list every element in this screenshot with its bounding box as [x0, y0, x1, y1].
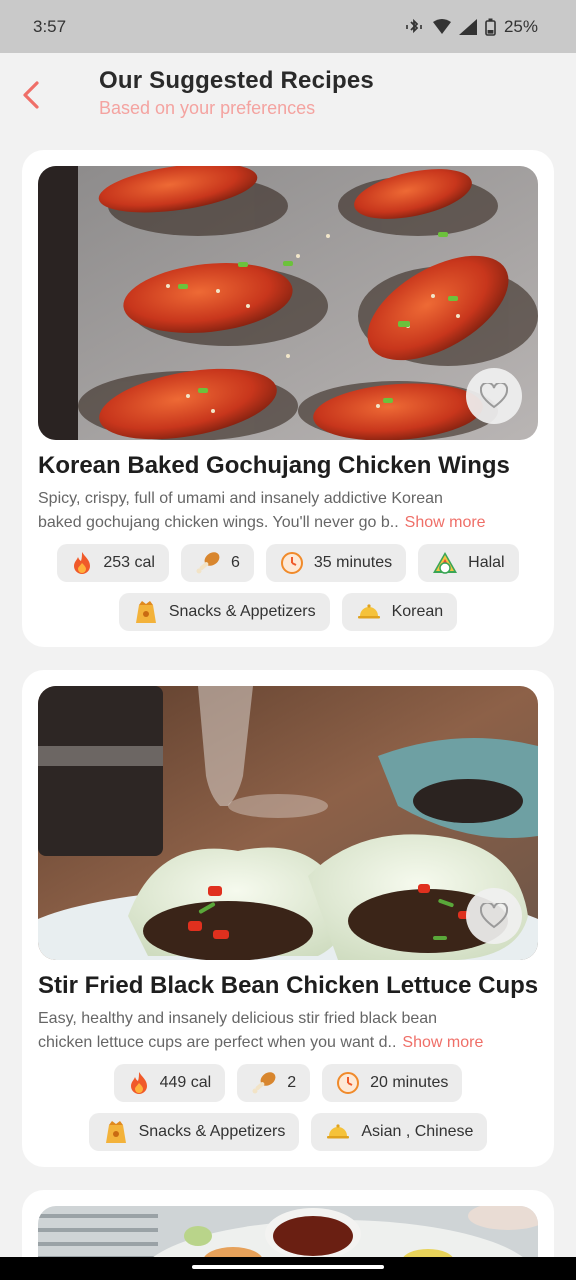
dish-cover-icon — [356, 602, 382, 622]
drumstick-icon — [195, 551, 221, 575]
heart-outline-icon — [480, 383, 508, 409]
battery-percent: 25% — [503, 16, 538, 36]
show-more-link[interactable]: Show more — [402, 1034, 483, 1051]
recipe-title[interactable]: Stir Fried Black Bean Chicken Lettuce Cu… — [38, 972, 548, 1000]
category-label: Snacks & Appetizers — [168, 603, 316, 620]
recipe-description: Spicy, crispy, full of umami and insanel… — [38, 487, 538, 535]
time-chip: 20 minutes — [322, 1064, 463, 1102]
signal-icon — [458, 18, 477, 35]
time-label: 35 minutes — [313, 554, 393, 571]
home-gesture-handle[interactable] — [192, 1265, 384, 1269]
calories-label: 449 cal — [159, 1074, 212, 1091]
time-chip: 35 minutes — [265, 544, 407, 582]
page-subtitle: Based on your preferences — [99, 98, 316, 118]
flame-icon — [71, 551, 93, 575]
status-time: 3:57 — [33, 16, 67, 36]
chevron-left-icon — [21, 80, 41, 115]
ingredients-chip: 6 — [180, 544, 254, 582]
cuisine-label: Korean — [391, 603, 444, 620]
category-chip: Snacks & Appetizers — [118, 593, 330, 631]
description-text: chicken lettuce cups are perfect when yo… — [38, 1034, 397, 1051]
dish-cover-icon — [325, 1122, 351, 1142]
ingredients-chip: 2 — [237, 1064, 311, 1102]
recipe-image[interactable] — [38, 686, 538, 960]
drumstick-icon — [251, 1071, 277, 1095]
ingredients-count: 2 — [287, 1074, 297, 1091]
category-chip: Snacks & Appetizers — [88, 1113, 300, 1151]
recipe-card[interactable]: Korean Baked Gochujang Chicken Wings Spi… — [22, 150, 554, 647]
snack-bag-icon — [103, 1119, 129, 1145]
app-header: Our Suggested Recipes Based on your pref… — [0, 53, 576, 143]
recipe-description: Easy, healthy and insanely delicious sti… — [38, 1007, 538, 1055]
description-line: Easy, healthy and insanely delicious sti… — [38, 1010, 438, 1027]
snack-bag-icon — [133, 599, 159, 625]
cuisine-chip: Asian , Chinese — [311, 1113, 488, 1151]
favorite-button[interactable] — [466, 368, 522, 424]
description-line: chicken lettuce cups are perfect when yo… — [38, 1031, 538, 1055]
description-text: baked gochujang chicken wings. You'll ne… — [38, 514, 399, 531]
timer-icon — [280, 551, 304, 575]
calories-chip: 449 cal — [113, 1064, 226, 1102]
diet-label: Halal — [468, 554, 505, 571]
recipe-image[interactable] — [38, 166, 538, 440]
calories-chip: 253 cal — [57, 544, 169, 582]
cuisine-chip: Korean — [341, 593, 458, 631]
system-nav-bar — [0, 1257, 576, 1280]
timer-icon — [336, 1071, 360, 1095]
cuisine-label: Asian , Chinese — [361, 1123, 474, 1140]
status-bar: 3:57 25% — [0, 0, 576, 53]
show-more-link[interactable]: Show more — [405, 514, 486, 531]
time-label: 20 minutes — [370, 1074, 449, 1091]
flame-icon — [128, 1071, 150, 1095]
heart-outline-icon — [480, 903, 508, 929]
recipe-title[interactable]: Korean Baked Gochujang Chicken Wings — [38, 452, 548, 480]
recipe-tags-row: Snacks & Appetizers Korean — [22, 593, 554, 631]
page-title: Our Suggested Recipes — [99, 67, 374, 94]
description-line: baked gochujang chicken wings. You'll ne… — [38, 511, 538, 535]
description-line: Spicy, crispy, full of umami and insanel… — [38, 490, 443, 507]
battery-icon — [485, 18, 496, 36]
ingredients-count: 6 — [230, 554, 240, 571]
category-label: Snacks & Appetizers — [138, 1123, 286, 1140]
favorite-button[interactable] — [466, 888, 522, 944]
bluetooth-vibrate-icon — [405, 18, 425, 36]
wifi-icon — [432, 18, 451, 35]
diet-chip: Halal — [418, 544, 519, 582]
recipe-card[interactable]: Stir Fried Black Bean Chicken Lettuce Cu… — [22, 670, 554, 1167]
halal-badge-icon — [432, 551, 458, 575]
recipe-tags-row: Snacks & Appetizers Asian , Chinese — [22, 1113, 554, 1151]
recipe-tags-row: 253 cal 6 35 minutes Halal — [22, 544, 554, 582]
calories-label: 253 cal — [103, 554, 155, 571]
back-button[interactable] — [14, 75, 48, 119]
recipe-tags-row: 449 cal 2 20 minutes — [22, 1064, 554, 1102]
status-icons: 25% — [405, 17, 538, 37]
